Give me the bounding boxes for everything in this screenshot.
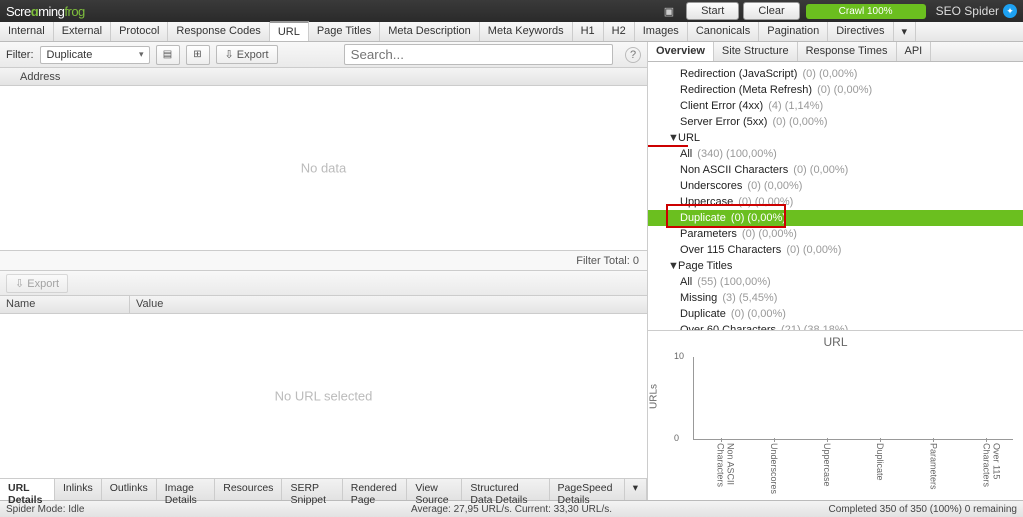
tab-protocol[interactable]: Protocol	[111, 22, 168, 41]
tree-item-all[interactable]: All (340) (100,00%)	[648, 146, 1023, 162]
crawl-progress: Crawl 100%	[806, 4, 926, 19]
detail-tab-view-source[interactable]: View Source	[407, 479, 462, 500]
tree-item-url[interactable]: ▼URL	[648, 130, 1023, 146]
grid-header-address[interactable]: Address	[0, 68, 647, 86]
status-rates: Average: 27,95 URL/s. Current: 33,30 URL…	[411, 504, 612, 515]
tab-meta-description[interactable]: Meta Description	[380, 22, 480, 41]
right-tab-response-times[interactable]: Response Times	[798, 42, 897, 61]
detail-tab-url-details[interactable]: URL Details	[0, 479, 55, 500]
tree-item-all[interactable]: All (55) (100,00%)	[648, 274, 1023, 290]
chart-title: URL	[648, 331, 1023, 349]
detail-tab-image-details[interactable]: Image Details	[157, 479, 216, 500]
tab-meta-keywords[interactable]: Meta Keywords	[480, 22, 573, 41]
results-grid: No data	[0, 86, 647, 250]
detail-toolbar: ⇩ Export	[0, 270, 647, 296]
tab-page-titles[interactable]: Page Titles	[309, 22, 380, 41]
detail-tab-serp-snippet[interactable]: SERP Snippet	[282, 479, 342, 500]
tab-h2[interactable]: H2	[604, 22, 635, 41]
tree-item-duplicate[interactable]: Duplicate (0) (0,00%)	[648, 210, 1023, 226]
search-input[interactable]	[344, 44, 613, 65]
detail-body: No URL selected	[0, 314, 647, 478]
tree-item-missing[interactable]: Missing (3) (5,45%)	[648, 290, 1023, 306]
tab-canonicals[interactable]: Canonicals	[688, 22, 759, 41]
clear-button[interactable]: Clear	[743, 2, 799, 20]
tree-view-icon[interactable]: ⊞	[186, 45, 210, 65]
tab-internal[interactable]: Internal	[0, 22, 54, 41]
filter-select[interactable]: Duplicate	[40, 46, 150, 64]
right-tabbar: OverviewSite StructureResponse TimesAPI	[648, 42, 1023, 62]
list-view-icon[interactable]: ▤	[156, 45, 180, 65]
filter-label: Filter:	[6, 49, 34, 61]
chart-ylabel: URLs	[649, 383, 660, 408]
detail-tab-outlinks[interactable]: Outlinks	[102, 479, 157, 500]
tree-item-over-60-characters[interactable]: Over 60 Characters (21) (38,18%)	[648, 322, 1023, 330]
detail-tab-structured-data-details[interactable]: Structured Data Details	[462, 479, 549, 500]
tab-h1[interactable]: H1	[573, 22, 604, 41]
tree-item-redirection-javascript-[interactable]: Redirection (JavaScript) (0) (0,00%)	[648, 66, 1023, 82]
help-icon[interactable]: ?	[625, 47, 641, 63]
overview-tree: Redirection (JavaScript) (0) (0,00%)Redi…	[648, 62, 1023, 330]
tree-item-page-titles[interactable]: ▼Page Titles	[648, 258, 1023, 274]
tree-item-uppercase[interactable]: Uppercase (0) (0,00%)	[648, 194, 1023, 210]
right-tab-site-structure[interactable]: Site Structure	[714, 42, 798, 61]
tree-item-over-115-characters[interactable]: Over 115 Characters (0) (0,00%)	[648, 242, 1023, 258]
detail-header: Name Value	[0, 296, 647, 314]
detail-tab-pagespeed-details[interactable]: PageSpeed Details	[550, 479, 625, 500]
detail-tab-inlinks[interactable]: Inlinks	[55, 479, 102, 500]
main-tabbar: InternalExternalProtocolResponse CodesUR…	[0, 22, 1023, 42]
status-completed: Completed 350 of 350 (100%) 0 remaining	[829, 504, 1017, 515]
tab-url[interactable]: URL	[270, 21, 309, 41]
tree-item-non-ascii-characters[interactable]: Non ASCII Characters (0) (0,00%)	[648, 162, 1023, 178]
statusbar: Spider Mode: Idle Average: 27,95 URL/s. …	[0, 500, 1023, 517]
no-data-label: No data	[301, 161, 347, 176]
filter-toolbar: Filter: Duplicate ▤ ⊞ ⇩ Export ?	[0, 42, 647, 68]
tree-item-redirection-meta-refresh-[interactable]: Redirection (Meta Refresh) (0) (0,00%)	[648, 82, 1023, 98]
tree-item-client-error-4xx-[interactable]: Client Error (4xx) (4) (1,14%)	[648, 98, 1023, 114]
detail-tab-resources[interactable]: Resources	[215, 479, 282, 500]
tab-external[interactable]: External	[54, 22, 111, 41]
col-value[interactable]: Value	[130, 296, 169, 313]
status-mode: Spider Mode: Idle	[6, 504, 84, 515]
brand-icon: ✦	[1003, 4, 1017, 18]
maximize-icon[interactable]: ▣	[664, 5, 674, 18]
url-chart: URL URLs 010Non ASCII CharactersUndersco…	[648, 330, 1023, 500]
tree-item-underscores[interactable]: Underscores (0) (0,00%)	[648, 178, 1023, 194]
filter-total: Filter Total: 0	[0, 250, 647, 270]
detail-tab-rendered-page[interactable]: Rendered Page	[343, 479, 408, 500]
tab-images[interactable]: Images	[635, 22, 688, 41]
brand-label: SEO Spider	[936, 4, 999, 18]
no-url-label: No URL selected	[275, 389, 373, 404]
tab-response-codes[interactable]: Response Codes	[168, 22, 269, 41]
logo: Screɑmingfrog	[6, 4, 85, 19]
detail-tab-overflow-icon[interactable]: ▾	[625, 479, 647, 500]
detail-export-button[interactable]: ⇩ Export	[6, 274, 68, 293]
tab-directives[interactable]: Directives	[828, 22, 893, 41]
right-tab-api[interactable]: API	[897, 42, 932, 61]
col-name[interactable]: Name	[0, 296, 130, 313]
right-tab-overview[interactable]: Overview	[648, 42, 714, 61]
export-button[interactable]: ⇩ Export	[216, 45, 278, 64]
tree-item-duplicate[interactable]: Duplicate (0) (0,00%)	[648, 306, 1023, 322]
tab-overflow-icon[interactable]: ▾	[894, 22, 917, 41]
detail-tabbar: URL DetailsInlinksOutlinksImage DetailsR…	[0, 478, 647, 500]
titlebar: Screɑmingfrog ▣ Start Clear Crawl 100% S…	[0, 0, 1023, 22]
tree-item-parameters[interactable]: Parameters (0) (0,00%)	[648, 226, 1023, 242]
tree-item-server-error-5xx-[interactable]: Server Error (5xx) (0) (0,00%)	[648, 114, 1023, 130]
tab-pagination[interactable]: Pagination	[759, 22, 828, 41]
start-button[interactable]: Start	[686, 2, 739, 20]
